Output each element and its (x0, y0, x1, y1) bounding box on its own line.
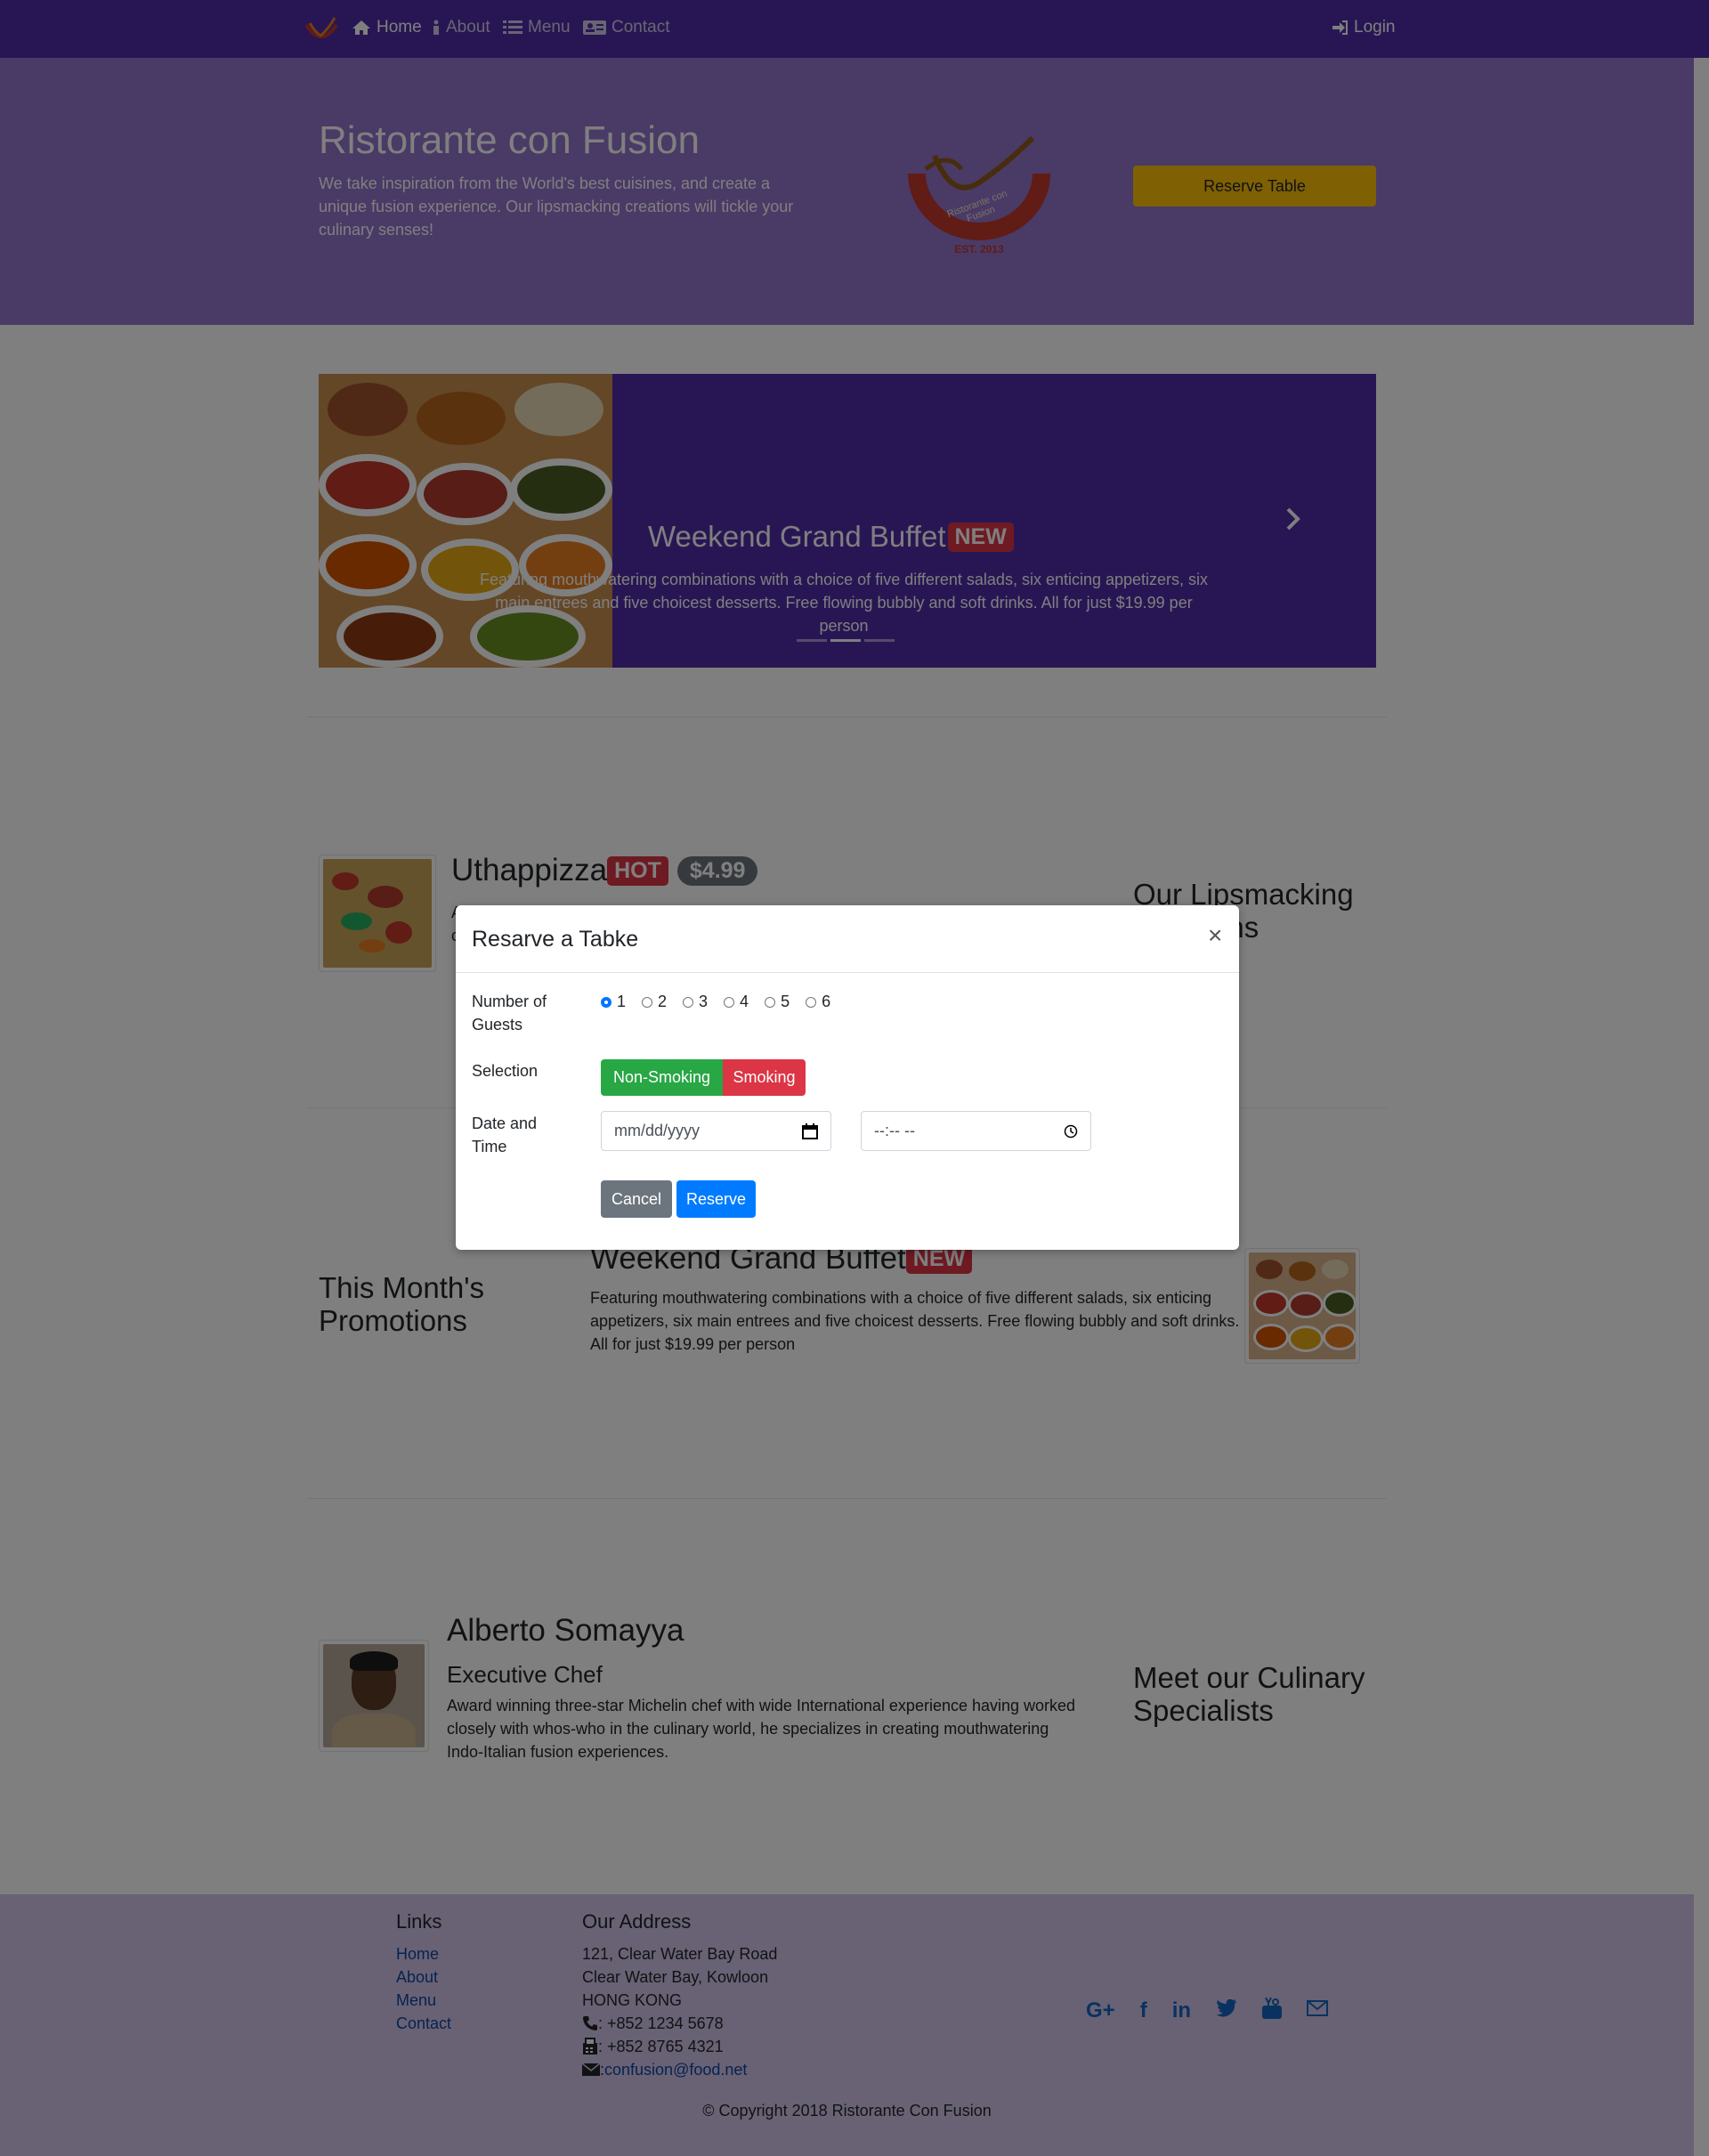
date-placeholder: mm/dd/yyyy (614, 1122, 701, 1139)
radio-button[interactable] (765, 996, 776, 1008)
radio-button[interactable] (724, 996, 735, 1008)
guests-option-label: 1 (617, 993, 627, 1010)
guests-option-2[interactable]: 2 (642, 993, 667, 1011)
modal-title: Resarve a Tabke (472, 927, 639, 952)
guests-option-label: 5 (781, 993, 790, 1010)
guests-option-6[interactable]: 6 (806, 993, 830, 1011)
guests-option-label: 4 (740, 993, 749, 1010)
radio-button[interactable] (601, 996, 612, 1008)
clock-icon[interactable] (1064, 1124, 1078, 1139)
time-placeholder: --:-- -- (874, 1122, 915, 1139)
date-input[interactable]: mm/dd/yyyy (601, 1111, 831, 1151)
guests-radio-group: 1 2 3 4 5 6 (601, 993, 830, 1011)
datetime-label: Date and Time (472, 1114, 538, 1155)
reserve-table-modal: Resarve a Tabke × Number of Guests 1 2 3… (456, 905, 1239, 1250)
time-input[interactable]: --:-- -- (861, 1111, 1091, 1151)
guests-option-4[interactable]: 4 (724, 993, 749, 1011)
guests-option-label: 2 (658, 993, 668, 1010)
non-smoking-button[interactable]: Non-Smoking (601, 1059, 723, 1096)
guests-option-5[interactable]: 5 (765, 993, 790, 1011)
radio-button[interactable] (683, 996, 694, 1008)
calendar-icon[interactable] (802, 1123, 818, 1139)
guests-option-label: 3 (699, 993, 709, 1010)
guests-option-1[interactable]: 1 (601, 993, 626, 1011)
guests-label: Number of Guests (472, 993, 547, 1033)
cancel-button[interactable]: Cancel (601, 1180, 672, 1218)
guests-option-label: 6 (822, 993, 831, 1010)
modal-header-divider (456, 972, 1239, 973)
radio-button[interactable] (806, 996, 817, 1008)
guests-option-3[interactable]: 3 (683, 993, 708, 1011)
selection-label: Selection (472, 1062, 539, 1080)
smoking-toggle-group: Non-Smoking Smoking (601, 1059, 806, 1096)
close-button[interactable]: × (1208, 921, 1222, 950)
radio-button[interactable] (642, 996, 653, 1008)
smoking-button[interactable]: Smoking (723, 1059, 806, 1096)
reserve-button[interactable]: Reserve (676, 1180, 756, 1218)
